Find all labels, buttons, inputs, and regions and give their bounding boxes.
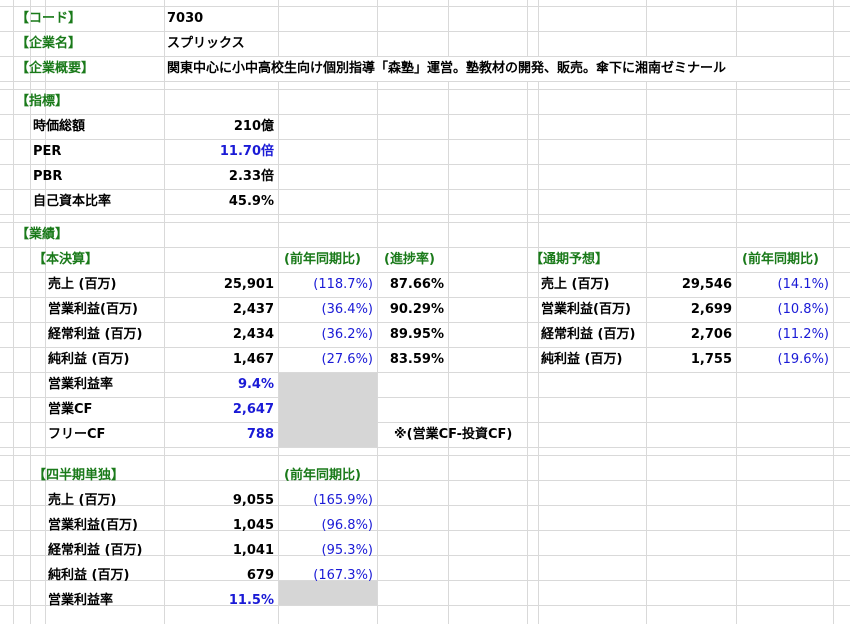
indicator-label: 自己資本比率: [33, 194, 112, 209]
grid-line: [0, 81, 850, 82]
grid-line: [0, 31, 850, 32]
company-name-value[interactable]: スプリックス: [167, 31, 245, 56]
grid-line: [0, 114, 850, 115]
main-row-progress[interactable]: 89.95%: [377, 322, 448, 347]
main-row-progress[interactable]: 90.29%: [377, 297, 448, 322]
forecast-yoy-header: (前年同期比): [742, 252, 819, 267]
overview-value[interactable]: 関東中心に小中高校生向け個別指導「森塾」運営。塾教材の開発、販売。傘下に湘南ゼミ…: [167, 56, 726, 81]
forecast-row-yoy[interactable]: (19.6%): [736, 347, 833, 372]
company-name-label: 【企業名】: [16, 36, 82, 51]
main-row-yoy[interactable]: (36.2%): [278, 322, 377, 347]
indicators-label: 【指標】: [16, 94, 69, 109]
grid-line: [0, 455, 850, 456]
main-results-label: 【本決算】: [33, 252, 99, 267]
quarter-row-label: 経常利益 (百万): [48, 543, 143, 558]
indicator-label: PBR: [33, 169, 63, 184]
quarter-row-value[interactable]: 9,055: [164, 488, 278, 513]
grid-line: [0, 189, 850, 190]
main-row-label: 売上 (百万): [48, 277, 117, 292]
forecast-row-yoy[interactable]: (10.8%): [736, 297, 833, 322]
indicator-value[interactable]: 2.33倍: [164, 164, 278, 189]
quarter-row-yoy[interactable]: (165.9%): [278, 488, 377, 513]
main-row-value[interactable]: 1,467: [164, 347, 278, 372]
extra-label: 営業CF: [48, 402, 93, 417]
grid-line: [0, 6, 850, 7]
grid-line: [0, 89, 850, 90]
main-yoy-header: (前年同期比): [284, 252, 361, 267]
quarter-row-value[interactable]: 1,045: [164, 513, 278, 538]
forecast-row-yoy[interactable]: (14.1%): [736, 272, 833, 297]
indicator-value[interactable]: 45.9%: [164, 189, 278, 214]
grey-block: [279, 373, 377, 447]
main-row-value[interactable]: 2,434: [164, 322, 278, 347]
quarter-row-value[interactable]: 679: [164, 563, 278, 588]
free-cf-note: ※(営業CF-投資CF): [394, 427, 513, 442]
forecast-row-label: 純利益 (百万): [541, 352, 623, 367]
grid-line: [0, 372, 850, 373]
quarter-margin-value[interactable]: 11.5%: [164, 588, 278, 613]
forecast-row-label: 売上 (百万): [541, 277, 610, 292]
overview-label: 【企業概要】: [16, 61, 95, 76]
grid-line: [0, 397, 850, 398]
spreadsheet: 【コード】 7030 【企業名】 スプリックス 【企業概要】 関東中心に小中高校…: [0, 0, 850, 624]
forecast-row-value[interactable]: 1,755: [646, 347, 736, 372]
quarter-row-yoy[interactable]: (167.3%): [278, 563, 377, 588]
forecast-row-value[interactable]: 2,706: [646, 322, 736, 347]
progress-header: (進捗率): [384, 252, 435, 267]
grid-line: [0, 505, 850, 506]
grid-line: [0, 605, 850, 606]
main-row-yoy[interactable]: (36.4%): [278, 297, 377, 322]
extra-label: 営業利益率: [48, 377, 114, 392]
extra-label: フリーCF: [48, 427, 106, 442]
quarter-row-label: 営業利益(百万): [48, 518, 138, 533]
extra-value[interactable]: 9.4%: [164, 372, 278, 397]
code-label: 【コード】: [16, 11, 82, 26]
quarter-row-yoy[interactable]: (96.8%): [278, 513, 377, 538]
main-row-value[interactable]: 2,437: [164, 297, 278, 322]
extra-value[interactable]: 2,647: [164, 397, 278, 422]
main-row-label: 純利益 (百万): [48, 352, 130, 367]
forecast-row-value[interactable]: 2,699: [646, 297, 736, 322]
quarter-row-value[interactable]: 1,041: [164, 538, 278, 563]
quarter-label: 【四半期単独】: [33, 468, 125, 483]
main-row-label: 営業利益(百万): [48, 302, 138, 317]
main-row-progress[interactable]: 87.66%: [377, 272, 448, 297]
grid-line: [0, 164, 850, 165]
grid-line: [0, 447, 850, 448]
grid-line: [0, 222, 850, 223]
main-row-label: 経常利益 (百万): [48, 327, 143, 342]
main-row-progress[interactable]: 83.59%: [377, 347, 448, 372]
forecast-row-yoy[interactable]: (11.2%): [736, 322, 833, 347]
quarter-row-yoy[interactable]: (95.3%): [278, 538, 377, 563]
quarter-row-label: 純利益 (百万): [48, 568, 130, 583]
forecast-row-value[interactable]: 29,546: [646, 272, 736, 297]
main-row-yoy[interactable]: (27.6%): [278, 347, 377, 372]
main-row-yoy[interactable]: (118.7%): [278, 272, 377, 297]
quarter-margin-label: 営業利益率: [48, 593, 114, 608]
grid-line: [0, 139, 850, 140]
grid-line: [0, 214, 850, 215]
grid-line: [0, 480, 850, 481]
forecast-label: 【通期予想】: [530, 252, 609, 267]
indicator-label: PER: [33, 144, 62, 159]
quarter-row-label: 売上 (百万): [48, 493, 117, 508]
performance-label: 【業績】: [16, 227, 69, 242]
extra-value[interactable]: 788: [164, 422, 278, 447]
code-value[interactable]: 7030: [167, 6, 203, 31]
main-row-value[interactable]: 25,901: [164, 272, 278, 297]
forecast-row-label: 営業利益(百万): [541, 302, 631, 317]
indicator-value[interactable]: 11.70倍: [164, 139, 278, 164]
forecast-row-label: 経常利益 (百万): [541, 327, 636, 342]
indicator-value[interactable]: 210億: [164, 114, 278, 139]
quarter-yoy-header: (前年同期比): [284, 468, 361, 483]
indicator-label: 時価総額: [33, 119, 86, 134]
